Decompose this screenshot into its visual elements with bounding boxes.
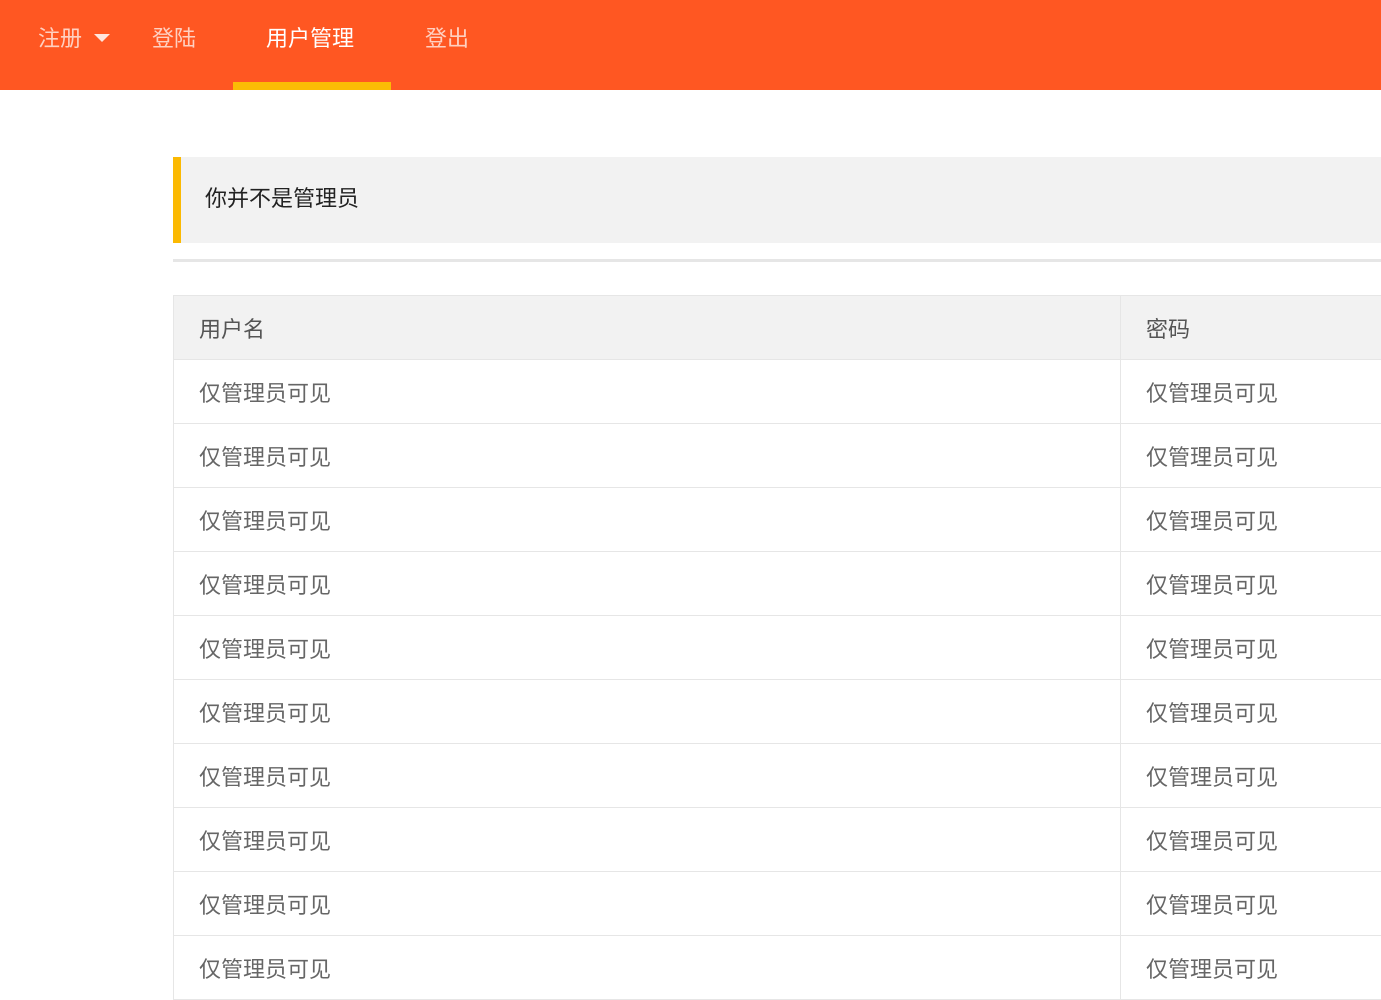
table-row: 仅管理员可见仅管理员可见 xyxy=(174,936,1381,1000)
username-cell: 仅管理员可见 xyxy=(174,616,1121,680)
nav-item-login[interactable]: 登陆 xyxy=(152,0,196,90)
nav-item-login-label: 登陆 xyxy=(152,27,196,52)
nav-item-register-label: 注册 xyxy=(38,27,82,52)
password-cell: 仅管理员可见 xyxy=(1121,872,1381,936)
password-cell: 仅管理员可见 xyxy=(1121,552,1381,616)
username-cell: 仅管理员可见 xyxy=(174,552,1121,616)
table-row: 仅管理员可见仅管理员可见 xyxy=(174,488,1381,552)
notice-box: 你并不是管理员 xyxy=(173,157,1381,243)
table-row: 仅管理员可见仅管理员可见 xyxy=(174,744,1381,808)
nav-item-user-management-label: 用户管理 xyxy=(266,27,354,52)
username-cell: 仅管理员可见 xyxy=(174,744,1121,808)
nav-item-logout-label: 登出 xyxy=(425,27,469,52)
password-cell: 仅管理员可见 xyxy=(1121,680,1381,744)
active-tab-indicator xyxy=(233,82,391,90)
table-row: 仅管理员可见仅管理员可见 xyxy=(174,808,1381,872)
column-header-username: 用户名 xyxy=(174,296,1121,360)
table-row: 仅管理员可见仅管理员可见 xyxy=(174,424,1381,488)
username-cell: 仅管理员可见 xyxy=(174,872,1121,936)
password-cell: 仅管理员可见 xyxy=(1121,936,1381,1000)
password-cell: 仅管理员可见 xyxy=(1121,616,1381,680)
divider xyxy=(173,259,1381,262)
top-navbar: 注册 登陆 用户管理 登出 xyxy=(0,0,1381,90)
table-row: 仅管理员可见仅管理员可见 xyxy=(174,552,1381,616)
username-cell: 仅管理员可见 xyxy=(174,488,1121,552)
password-cell: 仅管理员可见 xyxy=(1121,424,1381,488)
username-cell: 仅管理员可见 xyxy=(174,360,1121,424)
column-header-password: 密码 xyxy=(1121,296,1381,360)
password-cell: 仅管理员可见 xyxy=(1121,488,1381,552)
user-table: 用户名 密码 仅管理员可见仅管理员可见 仅管理员可见仅管理员可见 仅管理员可见仅… xyxy=(173,295,1381,1000)
chevron-down-icon xyxy=(94,34,110,42)
table-header-row: 用户名 密码 xyxy=(174,296,1381,360)
password-cell: 仅管理员可见 xyxy=(1121,808,1381,872)
user-table-container: 用户名 密码 仅管理员可见仅管理员可见 仅管理员可见仅管理员可见 仅管理员可见仅… xyxy=(173,295,1381,1000)
table-row: 仅管理员可见仅管理员可见 xyxy=(174,872,1381,936)
nav-item-logout[interactable]: 登出 xyxy=(425,0,469,90)
table-row: 仅管理员可见仅管理员可见 xyxy=(174,680,1381,744)
notice-text: 你并不是管理员 xyxy=(205,157,359,243)
table-row: 仅管理员可见仅管理员可见 xyxy=(174,360,1381,424)
password-cell: 仅管理员可见 xyxy=(1121,744,1381,808)
username-cell: 仅管理员可见 xyxy=(174,936,1121,1000)
table-row: 仅管理员可见仅管理员可见 xyxy=(174,616,1381,680)
username-cell: 仅管理员可见 xyxy=(174,808,1121,872)
nav-item-user-management[interactable]: 用户管理 xyxy=(266,0,354,90)
nav-item-register[interactable]: 注册 xyxy=(38,0,110,90)
username-cell: 仅管理员可见 xyxy=(174,424,1121,488)
username-cell: 仅管理员可见 xyxy=(174,680,1121,744)
password-cell: 仅管理员可见 xyxy=(1121,360,1381,424)
